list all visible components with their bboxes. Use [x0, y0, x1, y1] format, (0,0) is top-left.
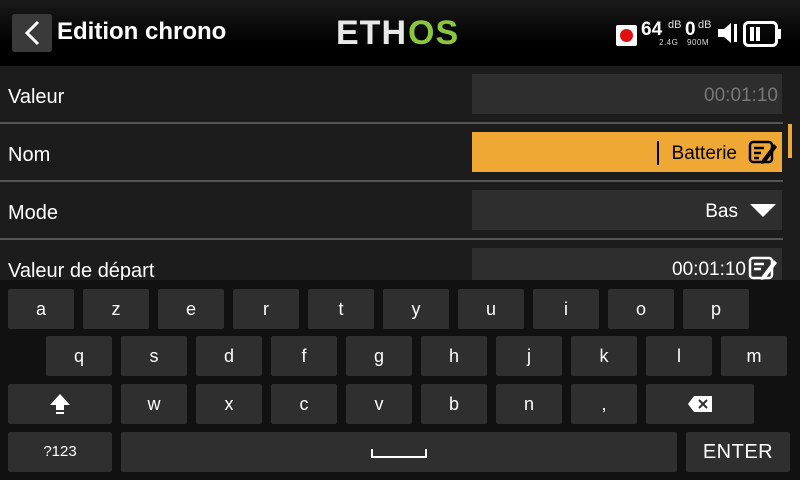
key[interactable]: m — [721, 336, 787, 376]
enter-key[interactable]: ENTER — [686, 432, 790, 472]
row-label-name: Nom — [8, 144, 51, 166]
shift-key[interactable] — [8, 384, 112, 424]
timer-edit-form: Valeur 00:01:10 Nom Batterie Mode Bas Va… — [0, 66, 800, 280]
row-name: Nom Batterie — [0, 124, 800, 182]
key[interactable]: d — [196, 336, 262, 376]
key[interactable]: f — [271, 336, 337, 376]
rssi-unit: dB — [668, 19, 682, 31]
rssi2-band: 900M — [687, 38, 710, 47]
key[interactable]: l — [646, 336, 712, 376]
edit-icon[interactable] — [748, 254, 778, 280]
edit-icon[interactable] — [748, 138, 778, 166]
start-value-input-value: 00:01:10 — [672, 259, 746, 280]
row-start-value: Valeur de départ 00:01:10 — [0, 240, 800, 280]
key[interactable]: q — [46, 336, 112, 376]
record-icon[interactable] — [616, 25, 637, 46]
key[interactable]: n — [496, 384, 562, 424]
row-value: Valeur 00:01:10 — [0, 66, 800, 124]
numbers-key[interactable]: ?123 — [8, 432, 112, 472]
ethos-logo: ETH OS — [336, 14, 466, 48]
backspace-icon — [688, 396, 712, 412]
rssi2-unit: dB — [698, 19, 712, 31]
name-input-value: Batterie — [671, 143, 737, 164]
start-value-input[interactable]: 00:01:10 — [472, 248, 782, 280]
key[interactable]: v — [346, 384, 412, 424]
row-label-value: Valeur — [8, 86, 65, 108]
header-bar: Edition chrono ETH OS 64 dB 2.4G 0 dB 90… — [0, 0, 800, 64]
mode-select[interactable]: Bas — [472, 190, 782, 230]
rssi-band: 2.4G — [659, 38, 679, 47]
shift-arrow-icon — [50, 394, 70, 414]
logo-text-os: OS — [408, 14, 459, 48]
key[interactable]: , — [571, 384, 637, 424]
key[interactable]: s — [121, 336, 187, 376]
row-mode: Mode Bas — [0, 182, 800, 240]
row-label-start-value: Valeur de départ — [8, 260, 155, 280]
backspace-key[interactable] — [646, 384, 754, 424]
mode-select-value: Bas — [705, 201, 738, 222]
key[interactable]: g — [346, 336, 412, 376]
key[interactable]: j — [496, 336, 562, 376]
key[interactable]: b — [421, 384, 487, 424]
text-cursor — [657, 141, 659, 165]
speaker-icon[interactable] — [716, 20, 740, 46]
space-key[interactable] — [121, 432, 677, 472]
key[interactable]: o — [608, 289, 674, 329]
scrollbar[interactable] — [788, 124, 792, 158]
value-readout: 00:01:10 — [704, 85, 778, 106]
key[interactable]: y — [383, 289, 449, 329]
key[interactable]: e — [158, 289, 224, 329]
page-title: Edition chrono — [57, 18, 227, 45]
key[interactable]: u — [458, 289, 524, 329]
key[interactable]: c — [271, 384, 337, 424]
onscreen-keyboard: a z e r t y u i o p q s d f g h j k l m … — [0, 280, 800, 480]
space-bar-icon — [371, 449, 427, 458]
key[interactable]: r — [233, 289, 299, 329]
key[interactable]: t — [308, 289, 374, 329]
key[interactable]: w — [121, 384, 187, 424]
key[interactable]: i — [533, 289, 599, 329]
key[interactable]: h — [421, 336, 487, 376]
value-field: 00:01:10 — [472, 74, 782, 114]
row-label-mode: Mode — [8, 202, 59, 224]
dropdown-arrow-icon — [750, 204, 776, 217]
back-button[interactable] — [12, 14, 52, 52]
key[interactable]: k — [571, 336, 637, 376]
key[interactable]: z — [83, 289, 149, 329]
logo-text-eth: ETH — [336, 14, 407, 48]
key[interactable]: p — [683, 289, 749, 329]
chevron-left-icon — [24, 20, 40, 46]
battery-icon — [743, 21, 781, 47]
key[interactable]: a — [8, 289, 74, 329]
name-input[interactable]: Batterie — [472, 132, 782, 172]
key[interactable]: x — [196, 384, 262, 424]
